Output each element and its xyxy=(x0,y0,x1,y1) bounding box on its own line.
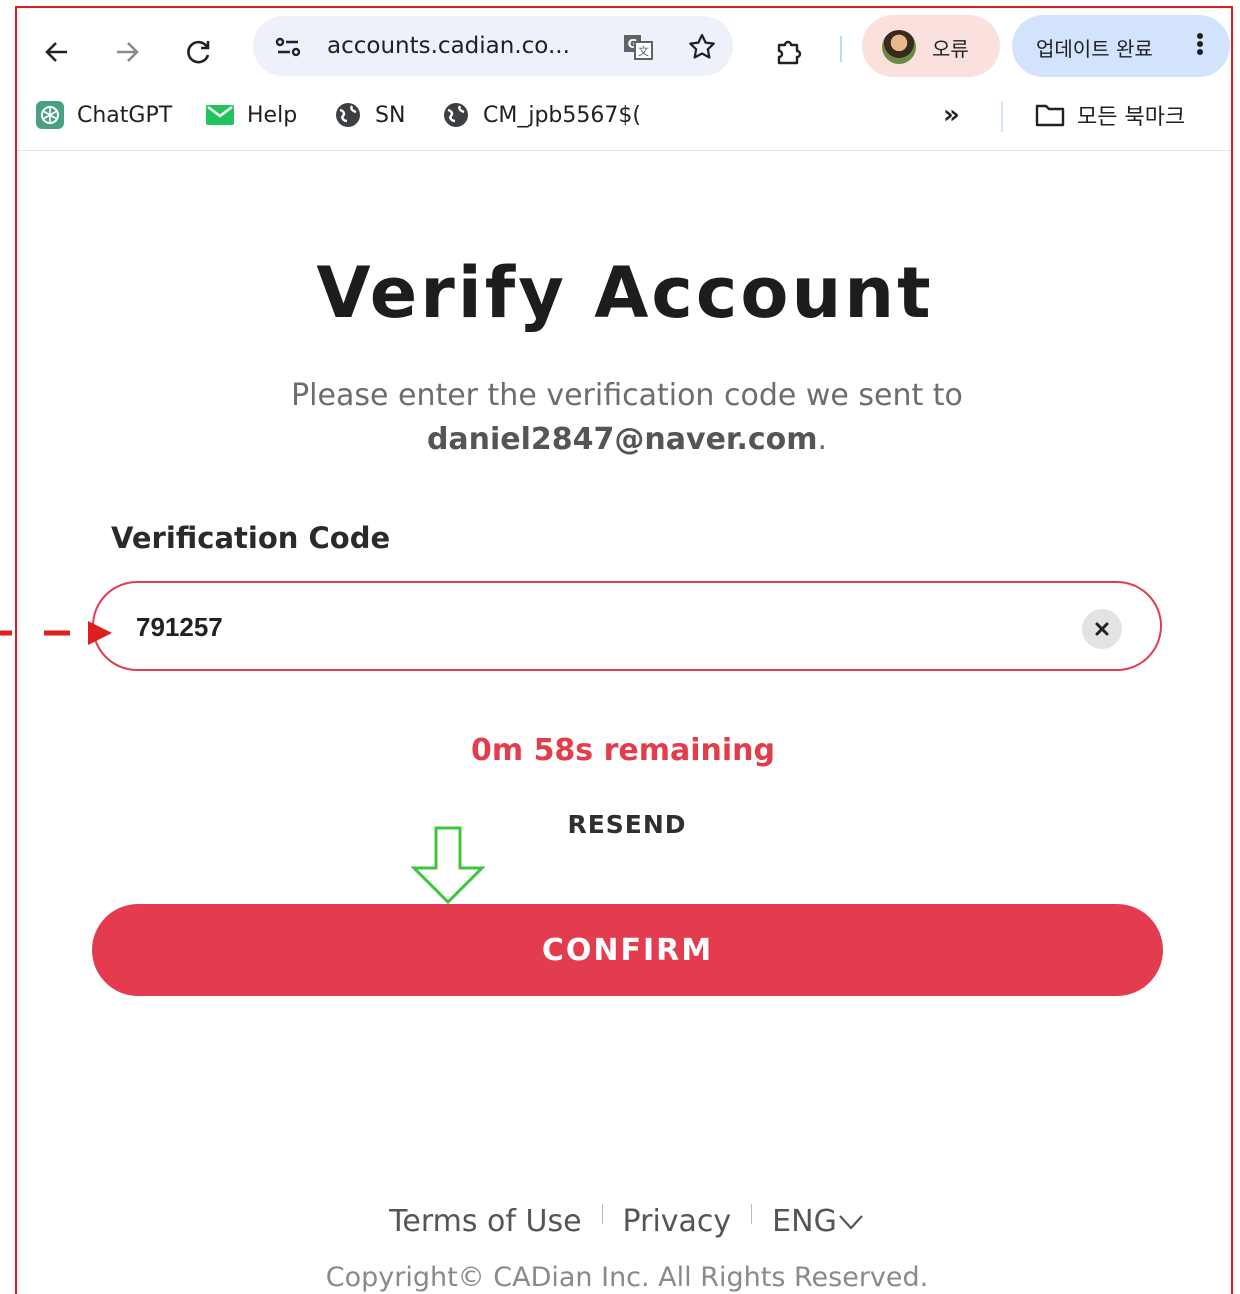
url-text[interactable]: accounts.cadian.co... xyxy=(327,33,570,59)
puzzle-icon xyxy=(777,40,802,65)
translate-icon[interactable]: G文 xyxy=(621,30,655,64)
update-chip[interactable]: 업데이트 완료 xyxy=(1012,15,1230,77)
globe-icon xyxy=(441,100,471,130)
back-button[interactable] xyxy=(37,32,77,72)
extensions-button[interactable] xyxy=(769,32,809,72)
page-title: Verify Account xyxy=(316,252,934,334)
bookmarks-bar: ChatGPT Help SN CM_jpb5567$( » 모든 북마크 xyxy=(17,84,1231,151)
profile-chip[interactable]: 오류 xyxy=(862,15,1000,77)
code-value[interactable]: 791257 xyxy=(136,612,223,643)
bookmark-label: CM_jpb5567$( xyxy=(483,102,641,128)
footer-divider xyxy=(601,1203,603,1224)
update-label: 업데이트 완료 xyxy=(1036,37,1153,61)
address-bar[interactable]: accounts.cadian.co... G文 xyxy=(253,16,733,76)
mail-icon xyxy=(205,100,235,130)
arrow-right-icon xyxy=(117,42,139,62)
bookmarks-divider xyxy=(1001,102,1003,132)
bookmark-star-icon[interactable] xyxy=(685,30,719,64)
privacy-link[interactable]: Privacy xyxy=(623,1204,732,1239)
all-bookmarks-button[interactable]: 모든 북마크 xyxy=(1035,99,1185,131)
close-icon xyxy=(1095,622,1109,636)
bookmark-help[interactable]: Help xyxy=(205,99,297,131)
footer-divider xyxy=(751,1203,753,1224)
green-down-arrow-annotation xyxy=(410,826,486,905)
email-suffix: . xyxy=(817,422,828,457)
terms-link[interactable]: Terms of Use xyxy=(389,1204,581,1239)
site-settings-icon[interactable] xyxy=(271,30,305,64)
copyright-text: Copyright© CADian Inc. All Rights Reserv… xyxy=(325,1262,929,1293)
profile-label: 오류 xyxy=(932,37,969,61)
toolbar-divider xyxy=(840,36,842,62)
all-bookmarks-label: 모든 북마크 xyxy=(1077,105,1186,130)
reload-icon xyxy=(187,40,210,64)
browser-toolbar: accounts.cadian.co... G文 오류 업데이트 완료 xyxy=(17,8,1231,84)
bookmark-cm[interactable]: CM_jpb5567$( xyxy=(441,99,641,131)
confirm-button[interactable]: CONFIRM xyxy=(92,904,1163,996)
avatar xyxy=(882,30,916,64)
language-selector[interactable]: ENG xyxy=(772,1204,865,1239)
email-address: daniel2847@naver.com xyxy=(426,422,818,457)
arrow-left-icon xyxy=(45,42,67,62)
resend-button[interactable]: RESEND xyxy=(0,810,1240,839)
reload-button[interactable] xyxy=(179,32,219,72)
bookmark-sn[interactable]: SN xyxy=(333,99,405,131)
more-bookmarks-button[interactable]: » xyxy=(943,99,960,131)
folder-icon xyxy=(1035,100,1065,130)
bookmark-label: SN xyxy=(375,102,406,128)
more-vert-icon[interactable] xyxy=(1190,31,1210,61)
instruction-text: Please enter the verification code we se… xyxy=(291,378,963,413)
bookmark-chatgpt[interactable]: ChatGPT xyxy=(35,99,172,131)
email-line: daniel2847@naver.com. xyxy=(0,422,1240,457)
forward-button[interactable] xyxy=(107,32,147,72)
red-dashed-arrow-annotation xyxy=(0,621,112,645)
countdown-timer: 0m 58s remaining xyxy=(470,733,776,768)
footer-links: Terms of Use Privacy ENG xyxy=(0,1203,1240,1239)
verification-code-label: Verification Code xyxy=(111,521,391,555)
chevron-down-icon xyxy=(839,1214,863,1230)
clear-input-button[interactable] xyxy=(1082,609,1122,649)
bookmark-label: ChatGPT xyxy=(77,102,173,128)
chatgpt-icon xyxy=(35,100,65,130)
bookmark-label: Help xyxy=(247,102,298,128)
svg-text:文: 文 xyxy=(638,44,649,58)
language-label: ENG xyxy=(772,1204,837,1239)
verification-code-input[interactable]: 791257 xyxy=(92,581,1162,671)
globe-icon xyxy=(333,100,363,130)
